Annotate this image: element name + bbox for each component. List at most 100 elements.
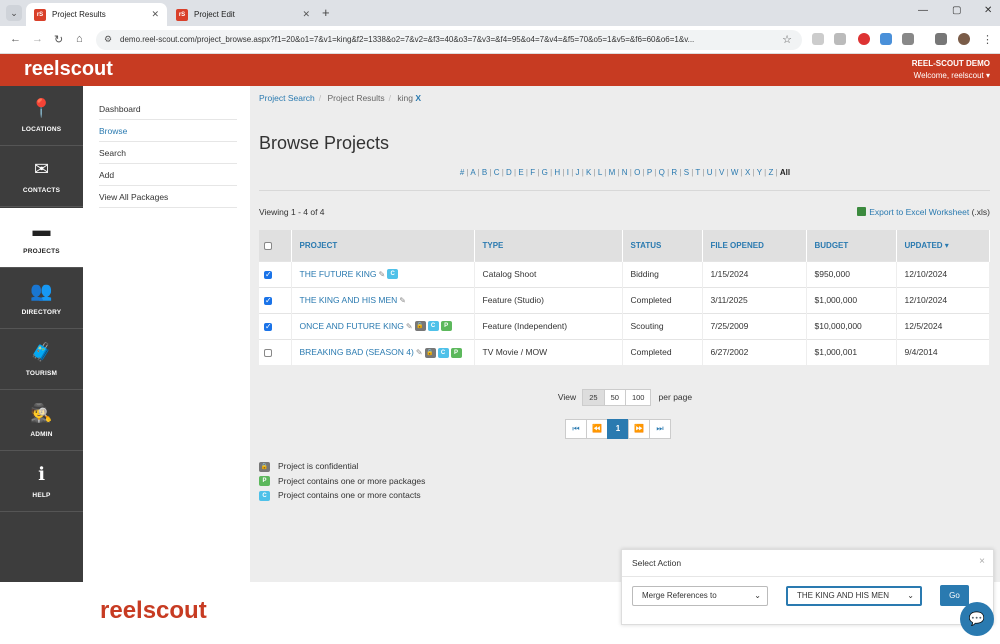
contact-badge: C	[259, 490, 270, 501]
cell-file-opened: 1/15/2024	[702, 260, 807, 287]
window-close-icon[interactable]: ✕	[984, 5, 992, 16]
new-tab-button[interactable]: +	[322, 5, 330, 20]
profile-avatar[interactable]	[958, 33, 970, 45]
remove-filter-button[interactable]: X	[415, 93, 421, 103]
nav-locations[interactable]: 📍 LOCATIONS	[0, 86, 83, 146]
column-status[interactable]: STATUS	[622, 230, 703, 261]
legend-item-packages: P Project contains one or more packages	[259, 474, 425, 489]
page-1-button[interactable]: 1	[607, 419, 629, 439]
site-info-icon[interactable]: ⚙	[104, 34, 112, 45]
breadcrumb-project-search[interactable]: Project Search	[259, 93, 315, 103]
project-link[interactable]: BREAKING BAD (SEASON 4)	[300, 347, 414, 357]
minimize-icon[interactable]: —	[918, 5, 928, 16]
cell-updated: 9/4/2014	[896, 338, 990, 365]
bookmark-star-icon[interactable]: ☆	[782, 33, 792, 46]
prev-page-button[interactable]: ⏪	[586, 419, 608, 439]
go-button[interactable]: Go	[940, 585, 969, 606]
divider	[259, 190, 990, 191]
account-menu[interactable]: REEL-SCOUT DEMO Welcome, reelscout ▾	[912, 59, 990, 80]
submenu-browse[interactable]: Browse	[99, 120, 237, 142]
table-row: THE KING AND HIS MEN✎Feature (Studio)Com…	[259, 286, 990, 313]
browser-tab-project-edit[interactable]: rS Project Edit ✕	[168, 3, 318, 26]
browser-tab-project-results[interactable]: rS Project Results ✕	[26, 3, 167, 26]
legend-text: Project contains one or more packages	[278, 475, 426, 486]
alpha-filter-all[interactable]: All	[780, 168, 790, 177]
tab-search-button[interactable]: ⌄	[6, 5, 22, 21]
page-size-25[interactable]: 25	[582, 389, 605, 406]
reelscout-logo[interactable]: reelscout	[24, 58, 113, 81]
next-page-button[interactable]: ⏩	[628, 419, 650, 439]
extension-icon[interactable]	[812, 33, 824, 45]
cell-budget: $10,000,000	[806, 312, 897, 339]
maximize-icon[interactable]: ▢	[952, 5, 961, 16]
extension-red-icon[interactable]	[858, 33, 870, 45]
panel-title: Select Action	[632, 558, 682, 568]
chat-icon[interactable]: 💬	[960, 602, 994, 636]
extension-blue-icon[interactable]	[880, 33, 892, 45]
nav-label: CONTACTS	[22, 187, 61, 194]
column-type[interactable]: TYPE	[474, 230, 623, 261]
nav-contacts[interactable]: ✉ CONTACTS	[0, 147, 83, 207]
home-icon[interactable]: ⌂	[76, 33, 83, 45]
column-project[interactable]: PROJECT	[291, 230, 475, 261]
close-panel-icon[interactable]: ×	[979, 556, 985, 567]
select-all-checkbox[interactable]	[264, 241, 272, 250]
media-icon[interactable]	[935, 33, 947, 45]
nav-directory[interactable]: 👥 DIRECTORY	[0, 269, 83, 329]
project-link[interactable]: ONCE AND FUTURE KING	[300, 321, 404, 331]
back-arrow-icon[interactable]: ←	[10, 33, 21, 45]
lock-icon: 🔒	[414, 321, 426, 332]
first-page-button[interactable]: ⏮	[565, 419, 587, 439]
welcome-user[interactable]: Welcome, reelscout ▾	[912, 71, 990, 80]
submenu-dashboard[interactable]: Dashboard	[99, 98, 237, 120]
result-count: Viewing 1 - 4 of 4	[259, 207, 325, 217]
close-tab-icon[interactable]: ✕	[302, 9, 310, 20]
submenu-view-all-packages[interactable]: View All Packages	[99, 186, 237, 208]
close-tab-icon[interactable]: ✕	[151, 9, 159, 20]
column-file-opened[interactable]: FILE OPENED	[702, 230, 807, 261]
people-icon: 👥	[30, 281, 53, 301]
edit-pencil-icon[interactable]: ✎	[416, 348, 423, 357]
cell-type: Feature (Studio)	[474, 286, 623, 313]
column-updated[interactable]: UPDATED ▾	[896, 230, 990, 261]
browser-menu-icon[interactable]: ⋮	[982, 33, 993, 46]
row-checkbox[interactable]	[264, 349, 272, 357]
project-link[interactable]: THE FUTURE KING	[300, 269, 377, 279]
row-checkbox[interactable]	[264, 322, 272, 331]
nav-admin[interactable]: 🕵 ADMIN	[0, 391, 83, 451]
row-checkbox[interactable]	[264, 270, 272, 279]
nav-projects[interactable]: ▬ PROJECTS	[0, 208, 83, 268]
nav-label: TOURISM	[25, 370, 58, 377]
edit-pencil-icon[interactable]: ✎	[406, 322, 413, 331]
cell-status: Completed	[622, 338, 703, 365]
address-bar[interactable]: ⚙ demo.reel-scout.com/project_browse.asp…	[96, 30, 802, 50]
target-project-select[interactable]: THE KING AND HIS MEN ⌄	[786, 586, 922, 606]
nav-label: PROJECTS	[23, 248, 60, 255]
tab-title: Project Results	[52, 10, 106, 19]
nav-tourism[interactable]: 🧳 TOURISM	[0, 330, 83, 390]
nav-help[interactable]: ℹ HELP	[0, 452, 83, 512]
puzzle-icon[interactable]	[902, 33, 914, 45]
suitcase-icon: 🧳	[30, 342, 53, 362]
action-select[interactable]: Merge References to ⌄	[632, 586, 768, 606]
edit-pencil-icon[interactable]: ✎	[378, 270, 385, 279]
pagination: ⏮ ⏪ 1 ⏩ ⏭	[565, 419, 671, 439]
submenu-add[interactable]: Add	[99, 164, 237, 186]
page-size-100[interactable]: 100	[624, 389, 652, 406]
nav-label: LOCATIONS	[21, 126, 62, 133]
export-excel-link[interactable]: Export to Excel Worksheet (.xls)	[857, 207, 990, 217]
submenu-search[interactable]: Search	[99, 142, 237, 164]
table-row: BREAKING BAD (SEASON 4) ✎ 🔒 C P TV Movie / MO…	[259, 338, 990, 365]
last-page-button[interactable]: ⏭	[649, 419, 671, 439]
package-badge: P	[450, 347, 462, 358]
reload-icon[interactable]: ↻	[54, 33, 63, 46]
alphabet-filter: # | A | B | C | D | E | F | G | H | I | …	[459, 168, 791, 177]
row-checkbox[interactable]	[264, 296, 272, 305]
forward-arrow-icon[interactable]: →	[32, 33, 43, 45]
page-size-50[interactable]: 50	[603, 389, 626, 406]
project-link[interactable]: THE KING AND HIS MEN	[300, 295, 398, 305]
edit-pencil-icon[interactable]: ✎	[399, 296, 406, 305]
column-budget[interactable]: BUDGET	[806, 230, 897, 261]
package-badge: P	[440, 321, 452, 332]
screenshot-icon[interactable]	[834, 33, 846, 45]
